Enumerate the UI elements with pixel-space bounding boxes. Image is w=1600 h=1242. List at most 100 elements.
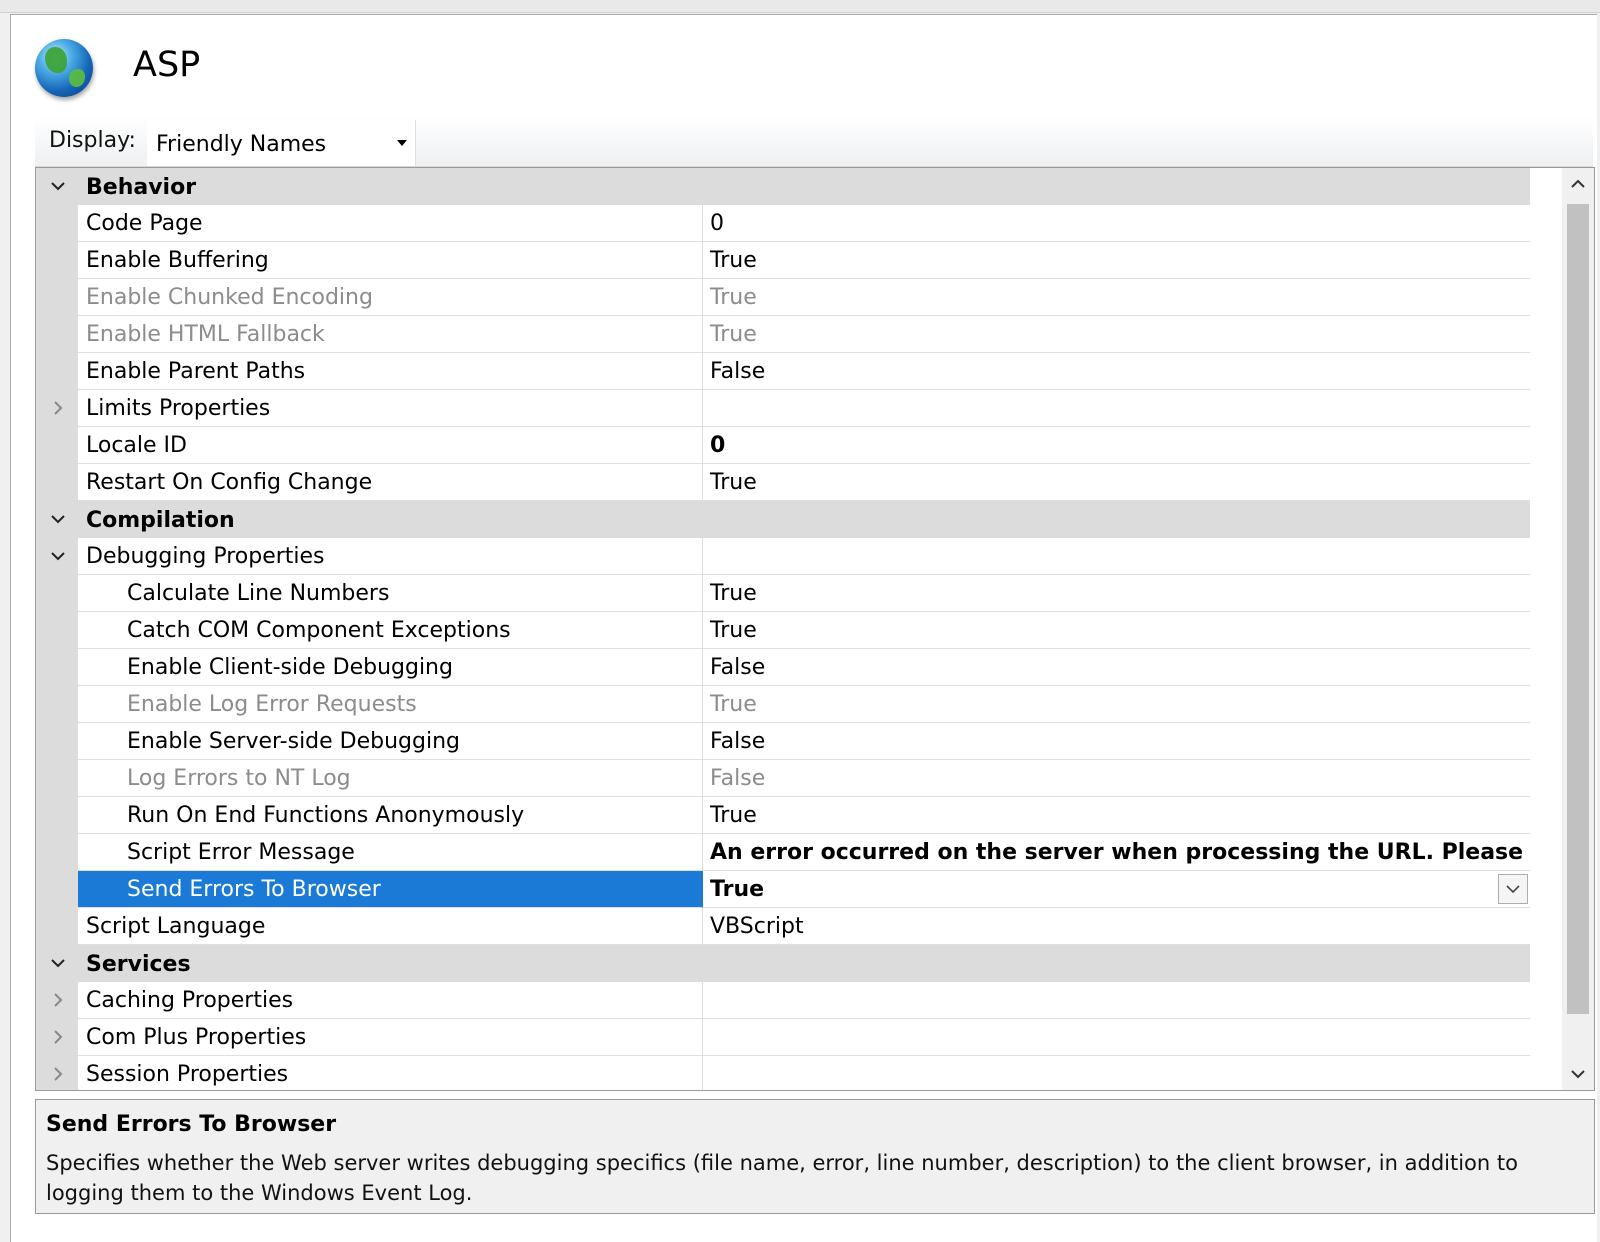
dropdown-arrow-icon (397, 140, 407, 146)
property-value: VBScript (710, 914, 804, 939)
property-value-cell[interactable]: False (703, 723, 1530, 760)
property-name-cell[interactable]: Log Errors to NT Log (78, 760, 703, 797)
property-name: Enable Client-side Debugging (127, 655, 453, 680)
scroll-up-button[interactable] (1562, 168, 1594, 200)
property-row-enable-client-side-debugging[interactable]: Enable Client-side Debugging False (36, 649, 1530, 686)
scroll-down-button[interactable] (1562, 1058, 1594, 1090)
property-value-cell[interactable] (703, 390, 1530, 427)
property-name-cell[interactable]: Com Plus Properties (78, 1019, 703, 1056)
category-compilation[interactable]: Compilation (36, 501, 1530, 538)
property-name: Enable HTML Fallback (86, 322, 325, 347)
property-name-cell[interactable]: Debugging Properties (78, 538, 703, 575)
property-row-enable-buffering[interactable]: Enable Buffering True (36, 242, 1530, 279)
property-value-cell[interactable]: False (703, 649, 1530, 686)
property-value-cell[interactable]: False (703, 353, 1530, 390)
property-name-cell[interactable]: Restart On Config Change (78, 464, 703, 501)
property-row-enable-log-error-requests[interactable]: Enable Log Error Requests True (36, 686, 1530, 723)
property-name-cell[interactable]: Locale ID (78, 427, 703, 464)
property-row-enable-parent-paths[interactable]: Enable Parent Paths False (36, 353, 1530, 390)
property-name-cell[interactable]: Enable Server-side Debugging (78, 723, 703, 760)
category-toggle[interactable] (36, 945, 78, 982)
property-name-cell[interactable]: Enable Log Error Requests (78, 686, 703, 723)
chevron-right-icon[interactable] (50, 1066, 66, 1082)
property-value-cell[interactable]: True (703, 797, 1530, 834)
property-value-cell[interactable]: True (703, 575, 1530, 612)
row-gutter[interactable] (36, 1019, 78, 1056)
property-value-cell[interactable]: 0 (703, 205, 1530, 242)
property-name-cell[interactable]: Session Properties (78, 1056, 703, 1090)
property-name-cell[interactable]: Enable Buffering (78, 242, 703, 279)
category-behavior[interactable]: Behavior (36, 168, 1530, 205)
vertical-scrollbar[interactable] (1562, 168, 1594, 1090)
property-value-cell[interactable]: An error occurred on the server when pro… (703, 834, 1530, 871)
property-value: True (710, 877, 765, 902)
property-row-run-on-end-functions-anonymously[interactable]: Run On End Functions Anonymously True (36, 797, 1530, 834)
category-toggle[interactable] (36, 168, 78, 205)
row-gutter[interactable] (36, 538, 78, 575)
property-name: Com Plus Properties (86, 1025, 307, 1050)
property-name: Caching Properties (86, 988, 294, 1013)
property-value-cell[interactable] (703, 1056, 1530, 1090)
property-row-locale-id[interactable]: Locale ID 0 (36, 427, 1530, 464)
property-grid[interactable]: Behavior Code Page 0 Enable Buffering True En… (35, 167, 1595, 1091)
category-services[interactable]: Services (36, 945, 1530, 982)
property-name-cell[interactable]: Script Error Message (78, 834, 703, 871)
property-row-enable-chunked-encoding[interactable]: Enable Chunked Encoding True (36, 279, 1530, 316)
property-name-cell[interactable]: Enable Parent Paths (78, 353, 703, 390)
category-toggle[interactable] (36, 501, 78, 538)
property-value-cell[interactable] (703, 982, 1530, 1019)
chevron-right-icon[interactable] (50, 400, 66, 416)
row-gutter (36, 464, 78, 501)
property-row-calculate-line-numbers[interactable]: Calculate Line Numbers True (36, 575, 1530, 612)
property-value: An error occurred on the server when pro… (710, 840, 1530, 865)
chevron-right-icon[interactable] (50, 1029, 66, 1045)
property-row-script-language[interactable]: Script Language VBScript (36, 908, 1530, 945)
property-value-cell[interactable]: True (703, 464, 1530, 501)
chevron-down-icon[interactable] (50, 511, 66, 527)
property-row-debugging-properties[interactable]: Debugging Properties (36, 538, 1530, 575)
property-name-cell[interactable]: Code Page (78, 205, 703, 242)
property-value-cell[interactable]: True (703, 242, 1530, 279)
property-name-cell[interactable]: Calculate Line Numbers (78, 575, 703, 612)
property-value-cell[interactable] (703, 1019, 1530, 1056)
property-row-script-error-message[interactable]: Script Error Message An error occurred on… (36, 834, 1530, 871)
property-row-session-properties[interactable]: Session Properties (36, 1056, 1530, 1090)
display-select[interactable]: Friendly Names (147, 120, 416, 166)
property-value-cell[interactable]: 0 (703, 427, 1530, 464)
chevron-right-icon[interactable] (50, 992, 66, 1008)
value-dropdown-button[interactable] (1498, 874, 1528, 904)
property-row-enable-html-fallback[interactable]: Enable HTML Fallback True (36, 316, 1530, 353)
row-gutter[interactable] (36, 982, 78, 1019)
property-name-cell[interactable]: Enable Chunked Encoding (78, 279, 703, 316)
scrollbar-thumb[interactable] (1567, 204, 1589, 1014)
property-row-code-page[interactable]: Code Page 0 (36, 205, 1530, 242)
property-name-cell[interactable]: Catch COM Component Exceptions (78, 612, 703, 649)
property-row-restart-on-config-change[interactable]: Restart On Config Change True (36, 464, 1530, 501)
property-value-cell[interactable] (703, 538, 1530, 575)
property-row-catch-com-component-exceptions[interactable]: Catch COM Component Exceptions True (36, 612, 1530, 649)
property-name-cell[interactable]: Run On End Functions Anonymously (78, 797, 703, 834)
property-row-log-errors-to-nt-log[interactable]: Log Errors to NT Log False (36, 760, 1530, 797)
property-name-cell[interactable]: Caching Properties (78, 982, 703, 1019)
property-row-com-plus-properties[interactable]: Com Plus Properties (36, 1019, 1530, 1056)
property-name: Script Error Message (127, 840, 355, 865)
chevron-down-icon[interactable] (50, 178, 66, 194)
property-value-cell[interactable]: True (703, 612, 1530, 649)
property-row-send-errors-to-browser[interactable]: Send Errors To Browser True (36, 871, 1530, 908)
property-row-caching-properties[interactable]: Caching Properties (36, 982, 1530, 1019)
property-name-cell[interactable]: Enable HTML Fallback (78, 316, 703, 353)
property-row-enable-server-side-debugging[interactable]: Enable Server-side Debugging False (36, 723, 1530, 760)
row-gutter[interactable] (36, 1056, 78, 1090)
row-gutter (36, 686, 78, 723)
property-value-cell[interactable]: True (703, 871, 1530, 908)
property-row-limits-properties[interactable]: Limits Properties (36, 390, 1530, 427)
property-name-cell[interactable]: Send Errors To Browser (78, 871, 703, 908)
globe-icon (35, 39, 93, 97)
property-name-cell[interactable]: Limits Properties (78, 390, 703, 427)
chevron-down-icon[interactable] (50, 548, 66, 564)
chevron-down-icon[interactable] (50, 955, 66, 971)
property-name-cell[interactable]: Script Language (78, 908, 703, 945)
row-gutter[interactable] (36, 390, 78, 427)
property-value-cell[interactable]: VBScript (703, 908, 1530, 945)
property-name-cell[interactable]: Enable Client-side Debugging (78, 649, 703, 686)
